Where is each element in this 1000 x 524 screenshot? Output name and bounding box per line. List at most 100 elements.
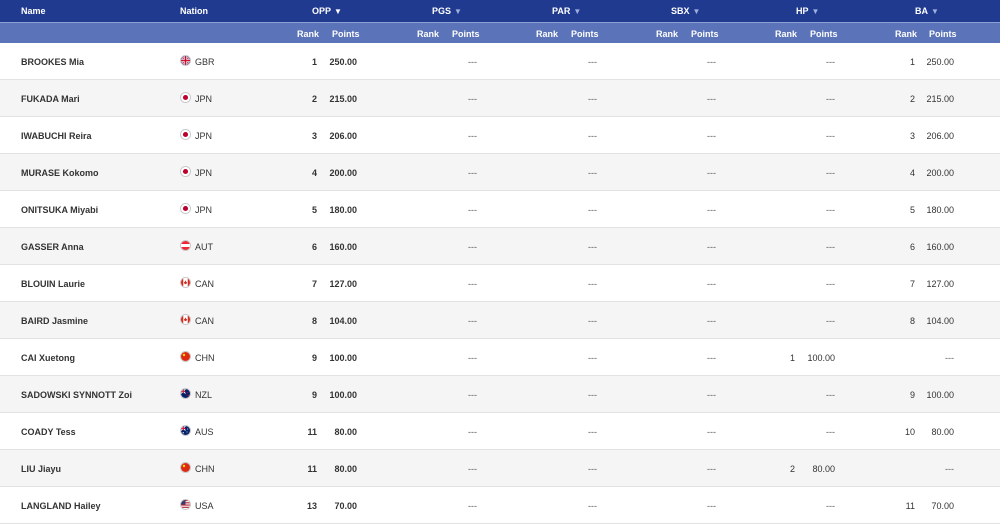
sort-down-icon: ▼ [573,7,582,16]
table-row[interactable]: BROOKES Mia GBR 1 250.00 --- --- --- ---… [0,43,1000,80]
sbx-value: --- [707,464,716,474]
sbx-value: --- [707,353,716,363]
pgs-value: --- [468,390,477,400]
flag-nzl-icon [180,388,191,399]
pgs-value: --- [468,131,477,141]
column-hp-header[interactable]: HP ▼ [796,6,819,16]
ba-points: 70.00 [931,501,954,511]
ba-points: --- [945,464,954,474]
sbx-value: --- [707,316,716,326]
athlete-name[interactable]: LANGLAND Hailey [21,501,101,511]
flag-can-icon [180,277,191,288]
flag-aus-icon [180,425,191,436]
column-opp-header[interactable]: OPP ▼ [312,6,342,16]
sbx-value: --- [707,205,716,215]
column-nation-header[interactable]: Nation [180,6,208,16]
athlete-name[interactable]: IWABUCHI Reira [21,131,92,141]
table-row[interactable]: GASSER Anna AUT 6 160.00 --- --- --- ---… [0,228,1000,265]
opp-points: 100.00 [329,390,357,400]
hp-rank-subheader: Rank [775,29,798,39]
table-row[interactable]: MURASE Kokomo JPN 4 200.00 --- --- --- -… [0,154,1000,191]
sbx-value: --- [707,242,716,252]
pgs-value: --- [468,501,477,511]
hp-rank: 2 [789,464,795,474]
pgs-value: --- [468,316,477,326]
standings-table: Name Nation OPP ▼ PGS ▼ PAR ▼ SBX ▼ HP ▼ BA ▼ … [0,0,1000,524]
par-value: --- [588,464,597,474]
nation-code: AUT [195,242,213,252]
hp-points: --- [826,501,835,511]
opp-rank: 11 [307,427,317,437]
ba-rank: 6 [909,242,915,252]
column-sbx-header[interactable]: SBX ▼ [671,6,700,16]
sbx-value: --- [707,57,716,67]
sbx-value: --- [707,94,716,104]
athlete-name[interactable]: BROOKES Mia [21,57,84,67]
table-row[interactable]: IWABUCHI Reira JPN 3 206.00 --- --- --- … [0,117,1000,154]
athlete-name[interactable]: GASSER Anna [21,242,84,252]
sbx-rank-subheader: Rank [656,29,679,39]
table-row[interactable]: FUKADA Mari JPN 2 215.00 --- --- --- ---… [0,80,1000,117]
table-row[interactable]: SADOWSKI SYNNOTT Zoi NZL 9 100.00 --- --… [0,376,1000,413]
opp-rank: 9 [311,353,317,363]
opp-rank: 13 [306,501,317,511]
table-row[interactable]: LANGLAND Hailey USA 13 70.00 --- --- ---… [0,487,1000,524]
opp-points-subheader: Points [332,29,360,39]
athlete-name[interactable]: CAI Xuetong [21,353,75,363]
athlete-name[interactable]: FUKADA Mari [21,94,80,104]
table-row[interactable]: ONITSUKA Miyabi JPN 5 180.00 --- --- ---… [0,191,1000,228]
opp-points: 215.00 [329,94,357,104]
athlete-name[interactable]: MURASE Kokomo [21,168,99,178]
table-row[interactable]: COADY Tess AUS 11 80.00 --- --- --- --- … [0,413,1000,450]
athlete-name[interactable]: BAIRD Jasmine [21,316,88,326]
table-body: BROOKES Mia GBR 1 250.00 --- --- --- ---… [0,43,1000,524]
athlete-name[interactable]: SADOWSKI SYNNOTT Zoi [21,390,132,400]
par-value: --- [588,57,597,67]
sort-down-icon: ▼ [811,7,820,16]
nation-code: JPN [195,205,213,215]
par-value: --- [588,501,597,511]
column-pgs-header[interactable]: PGS ▼ [432,6,462,16]
hp-points: --- [826,131,835,141]
column-ba-header[interactable]: BA ▼ [915,6,939,16]
flag-chn-icon [180,351,191,362]
ba-rank-subheader: Rank [895,29,918,39]
athlete-name[interactable]: BLOUIN Laurie [21,279,85,289]
athlete-name[interactable]: COADY Tess [21,427,76,437]
flag-jpn-icon [180,129,191,140]
header-row: Name Nation OPP ▼ PGS ▼ PAR ▼ SBX ▼ HP ▼ BA ▼ [0,0,1000,22]
opp-rank: 1 [311,57,317,67]
hp-points: --- [826,316,835,326]
ba-points: 100.00 [926,390,954,400]
opp-points: 80.00 [334,427,357,437]
hp-points: --- [826,57,835,67]
ba-points: 160.00 [926,242,954,252]
athlete-name[interactable]: LIU Jiayu [21,464,61,474]
table-row[interactable]: BAIRD Jasmine CAN 8 104.00 --- --- --- -… [0,302,1000,339]
sbx-value: --- [707,168,716,178]
opp-points: 200.00 [329,168,357,178]
sort-down-icon: ▼ [454,7,462,16]
column-name-header[interactable]: Name [21,6,46,16]
athlete-name[interactable]: ONITSUKA Miyabi [21,205,98,215]
column-par-header[interactable]: PAR ▼ [552,6,581,16]
flag-chn-icon [180,462,191,473]
table-row[interactable]: CAI Xuetong CHN 9 100.00 --- --- --- 1 1… [0,339,1000,376]
flag-jpn-icon [180,203,191,214]
ba-rank: 9 [909,390,915,400]
opp-rank: 5 [311,205,317,215]
table-row[interactable]: LIU Jiayu CHN 11 80.00 --- --- --- 2 80.… [0,450,1000,487]
flag-jpn-icon [180,166,191,177]
par-value: --- [588,205,597,215]
par-value: --- [588,279,597,289]
table-row[interactable]: BLOUIN Laurie CAN 7 127.00 --- --- --- -… [0,265,1000,302]
flag-gbr-icon [180,55,191,66]
nation-code: AUS [195,427,214,437]
opp-points: 206.00 [329,131,357,141]
ba-rank: 11 [905,501,915,511]
opp-rank: 9 [311,390,317,400]
opp-rank-subheader: Rank [297,29,320,39]
hp-points: 100.00 [807,353,835,363]
ba-rank: 1 [909,57,915,67]
nation-code: NZL [195,390,213,400]
